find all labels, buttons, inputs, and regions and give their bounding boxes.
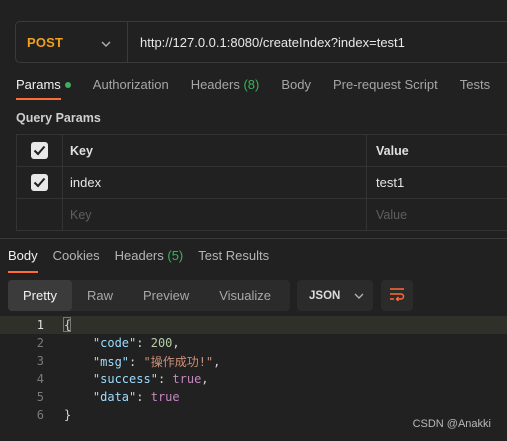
code-text: "msg": "操作成功!", <box>92 354 221 369</box>
code-text: } <box>64 408 72 422</box>
response-tabs: Body Cookies Headers (5) Test Results <box>8 248 284 273</box>
line-number: 6 <box>36 408 44 422</box>
tab-test-results[interactable]: Test Results <box>198 248 269 263</box>
param-enabled-checkbox[interactable] <box>31 174 48 191</box>
response-headers-count: (5) <box>167 248 184 263</box>
code-text: "code": 200, <box>92 336 180 350</box>
tab-response-headers[interactable]: Headers (5) <box>115 248 184 263</box>
wrap-lines-button[interactable] <box>381 280 413 311</box>
tab-authorization[interactable]: Authorization <box>93 77 169 92</box>
line-number: 4 <box>36 372 44 386</box>
code-line: 5 "data": true <box>0 388 507 406</box>
pane-divider[interactable] <box>0 238 507 239</box>
wrap-lines-icon <box>389 287 405 304</box>
tab-headers[interactable]: Headers (8) <box>191 77 260 92</box>
view-preview-button[interactable]: Preview <box>128 280 204 311</box>
method-select[interactable]: POST <box>16 22 128 62</box>
watermark: CSDN @Anakki <box>412 418 491 430</box>
code-text: { <box>64 318 72 332</box>
query-params-title: Query Params <box>16 111 101 125</box>
query-params-table: Key Value index test1 Key Value <box>16 134 507 231</box>
select-all-checkbox[interactable] <box>31 142 48 159</box>
view-mode-group: Pretty Raw Preview Visualize <box>8 280 290 311</box>
tab-cookies[interactable]: Cookies <box>53 248 100 263</box>
url-input[interactable]: http://127.0.0.1:8080/createIndex?index=… <box>128 35 405 50</box>
tab-pre-request-script[interactable]: Pre-request Script <box>333 77 438 92</box>
code-line: 4 "success": true, <box>0 370 507 388</box>
line-number: 1 <box>36 318 44 332</box>
code-text: "data": true <box>92 390 180 404</box>
column-header-value: Value <box>376 143 409 158</box>
new-key-input[interactable]: Key <box>63 199 367 230</box>
param-key-field[interactable]: index <box>63 167 367 198</box>
table-row-empty: Key Value <box>16 199 507 231</box>
request-tabs: Params Authorization Headers (8) Body Pr… <box>16 77 507 100</box>
line-number: 5 <box>36 390 44 404</box>
table-row: index test1 <box>16 167 507 199</box>
view-raw-button[interactable]: Raw <box>72 280 128 311</box>
chevron-down-icon <box>101 35 111 50</box>
view-pretty-button[interactable]: Pretty <box>8 280 72 311</box>
column-header-key: Key <box>63 135 367 166</box>
view-visualize-button[interactable]: Visualize <box>204 280 286 311</box>
param-value-field[interactable]: test1 <box>367 167 507 198</box>
method-label: POST <box>27 34 64 50</box>
code-line: 2 "code": 200, <box>0 334 507 352</box>
tab-tests[interactable]: Tests <box>460 77 490 92</box>
line-number: 3 <box>36 354 44 368</box>
tab-params[interactable]: Params <box>16 77 71 100</box>
table-header-row: Key Value <box>16 135 507 167</box>
tab-body[interactable]: Body <box>281 77 311 92</box>
code-line: 3 "msg": "操作成功!", <box>0 352 507 370</box>
new-value-input[interactable]: Value <box>367 199 507 230</box>
line-number: 2 <box>36 336 44 350</box>
response-code-view[interactable]: 1 { 2 "code": 200, 3 "msg": "操作成功!", 4 "… <box>0 316 507 424</box>
request-bar: POST http://127.0.0.1:8080/createIndex?i… <box>15 21 507 63</box>
headers-count: (8) <box>243 77 260 92</box>
chevron-down-icon <box>354 290 364 302</box>
code-text: "success": true, <box>92 372 209 386</box>
params-active-dot <box>64 81 71 88</box>
tab-response-body[interactable]: Body <box>8 248 38 273</box>
code-line: 1 { <box>0 316 507 334</box>
format-label: JSON <box>309 289 341 302</box>
format-select[interactable]: JSON <box>297 280 373 311</box>
